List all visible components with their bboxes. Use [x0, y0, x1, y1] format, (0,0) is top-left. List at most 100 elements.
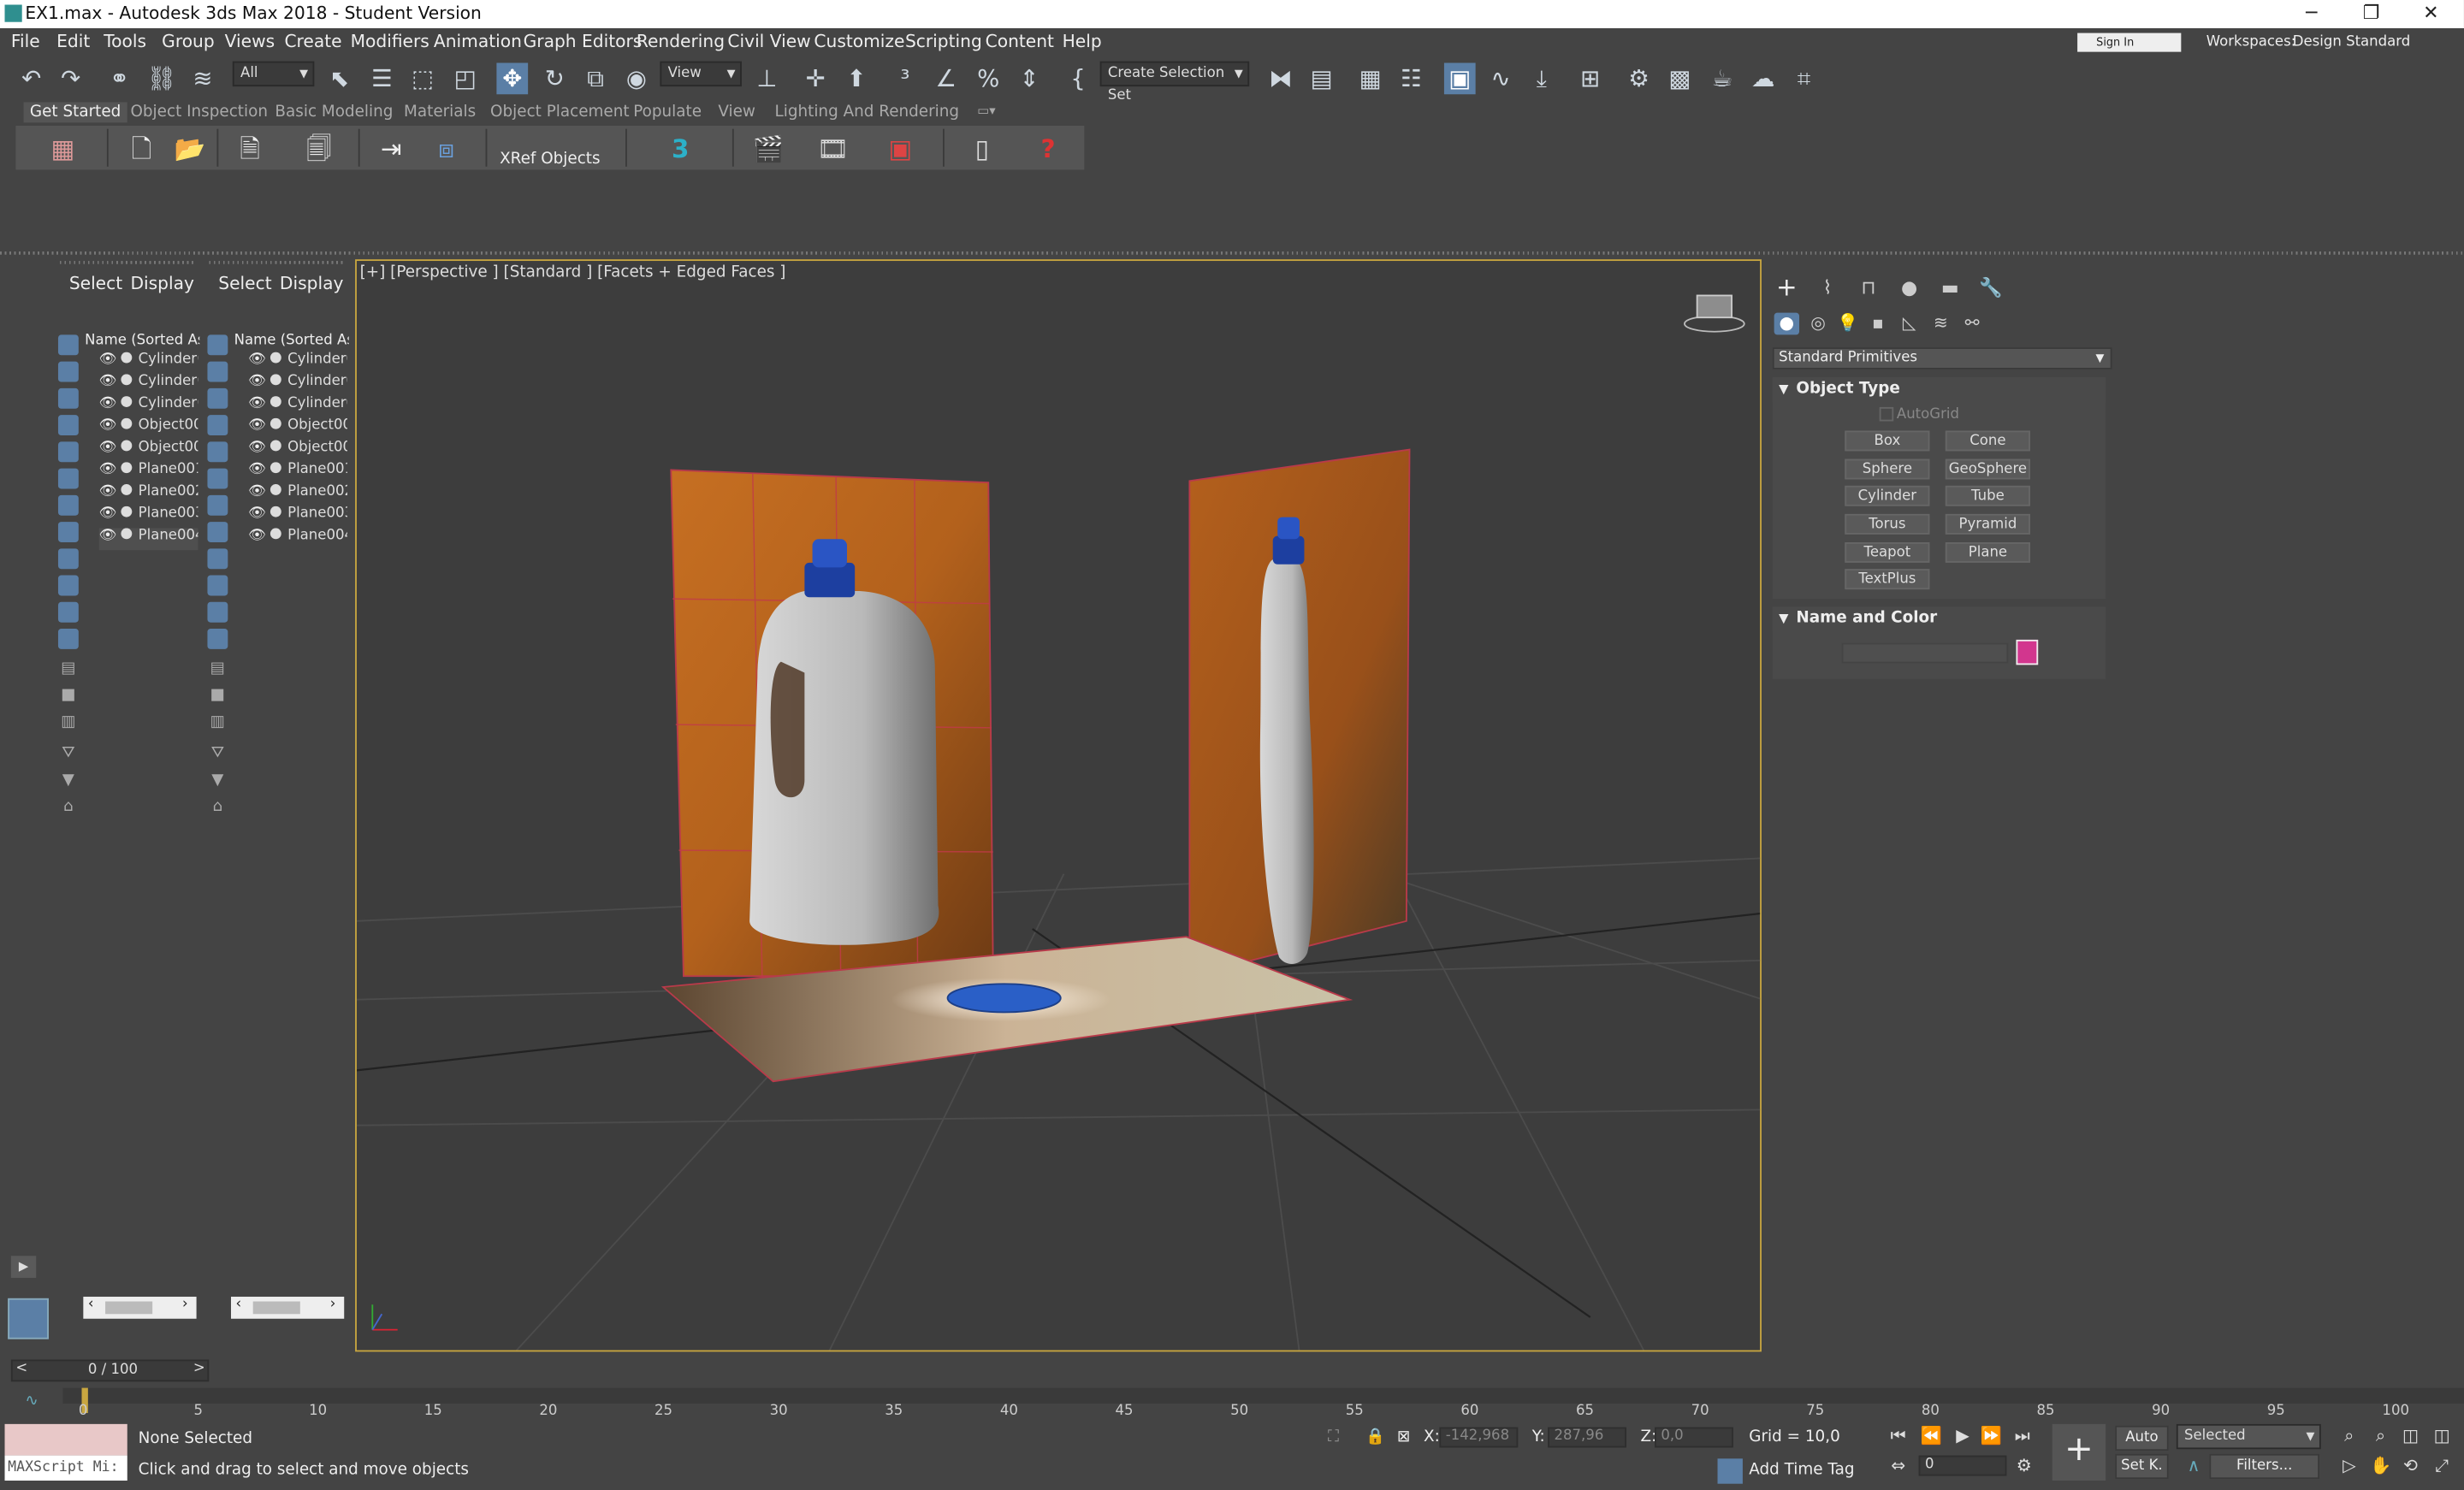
display-geometry-icon[interactable] [57, 334, 79, 356]
geometry-icon[interactable]: ● [1774, 312, 1800, 335]
y-coordinate-field[interactable]: 287,96 [1548, 1427, 1626, 1448]
percent-snap-icon[interactable]: % [973, 63, 1004, 95]
scene-explorer-display-tab[interactable]: Display [130, 274, 193, 294]
eye-icon[interactable]: 👁 [99, 528, 118, 543]
display-containers-icon[interactable] [207, 575, 228, 596]
restore-button[interactable]: ❐ [2355, 2, 2387, 27]
helpers-icon[interactable]: ◺ [1897, 313, 1922, 335]
close-button[interactable]: ✕ [2415, 2, 2447, 27]
list-item[interactable]: 👁 Object001 [248, 417, 347, 440]
render-scene-icon[interactable]: 🎞 [815, 132, 850, 166]
display-particles-icon[interactable] [57, 601, 79, 623]
display-lights-icon[interactable] [207, 387, 228, 409]
tab-view[interactable]: View [718, 103, 755, 121]
scene-explorer-2-select-tab[interactable]: Select [218, 274, 271, 294]
menu-animation[interactable]: Animation [434, 32, 522, 52]
object-name-field[interactable] [1841, 642, 2009, 664]
teapot-button[interactable]: Teapot [1845, 541, 1930, 563]
select-move-icon[interactable]: ✥ [496, 62, 529, 95]
time-config-icon[interactable]: ⚙ [2013, 1456, 2035, 1476]
sign-in-dropdown[interactable]: Sign In [2077, 33, 2182, 52]
filter-toggle-icon[interactable]: ▼ [209, 772, 226, 789]
scroll-right-icon[interactable]: › [330, 1297, 336, 1312]
list-item[interactable]: 👁 Cylinder002 [248, 374, 347, 396]
place-icon[interactable]: ◉ [620, 63, 652, 95]
object-color-swatch[interactable] [2016, 639, 2039, 665]
key-filters-button[interactable]: Filters... [2209, 1453, 2319, 1480]
display-cameras-icon[interactable] [207, 415, 228, 436]
select-rotate-icon[interactable]: ↻ [539, 63, 571, 95]
display-geometry-icon[interactable] [207, 334, 228, 356]
display-shapes-icon[interactable] [207, 361, 228, 382]
category-dropdown[interactable]: Standard Primitives ▼ [1772, 347, 2112, 370]
create-tab-icon[interactable]: + [1774, 275, 1799, 300]
menu-civil-view[interactable]: Civil View [727, 32, 810, 52]
named-selection-dropdown[interactable]: Create Selection Set ▼ [1099, 61, 1250, 103]
zoom-extents-all-icon[interactable]: ◫ [2431, 1426, 2453, 1446]
menu-scripting[interactable]: Scripting [905, 32, 982, 52]
selection-lock-icon[interactable]: 🔒 [1365, 1428, 1385, 1446]
eye-icon[interactable]: 👁 [99, 462, 118, 477]
display-bones-icon[interactable] [207, 548, 228, 570]
eye-icon[interactable]: 👁 [99, 484, 118, 500]
display-hidden-icon[interactable] [207, 629, 228, 649]
menu-file[interactable]: File [11, 32, 40, 52]
select-invert-icon[interactable]: ▥ [60, 713, 77, 730]
align-icon[interactable]: ▤ [1306, 63, 1337, 95]
display-spacewarps-icon[interactable] [207, 468, 228, 489]
open-file-icon[interactable]: 📂 [173, 132, 207, 166]
display-tab-icon[interactable]: ▬ [1938, 275, 1963, 300]
set-key-button[interactable]: Set K. [2115, 1453, 2169, 1480]
menu-views[interactable]: Views [225, 32, 275, 52]
set-key-big-icon[interactable]: + [2052, 1423, 2106, 1481]
scene-explorer-2-display-tab[interactable]: Display [280, 274, 343, 294]
eye-icon[interactable]: 👁 [248, 484, 267, 500]
select-none-icon[interactable]: ■ [60, 687, 77, 704]
pyramid-button[interactable]: Pyramid [1945, 513, 2031, 535]
list-item[interactable]: 👁 Plane002 [248, 483, 347, 506]
play-icon[interactable]: ▶ [1952, 1426, 1974, 1446]
cameras-icon[interactable]: ▪ [1865, 313, 1890, 335]
ribbon-options-icon[interactable]: ▭▾ [977, 103, 995, 118]
autogrid-checkbox[interactable] [1879, 406, 1894, 422]
spinner-snap-icon[interactable]: ⇕ [1014, 63, 1045, 95]
menu-rendering[interactable]: Rendering [637, 32, 725, 52]
select-object-icon[interactable]: ⬉ [323, 63, 355, 95]
prev-key-icon[interactable]: ⏪ [1920, 1426, 1942, 1446]
scroll-thumb[interactable] [105, 1301, 153, 1315]
orbit-icon[interactable]: ⟲ [2400, 1456, 2422, 1476]
menu-graph-editors[interactable]: Graph Editors [524, 32, 643, 52]
utilities-tab-icon[interactable]: 🔧 [1978, 275, 2003, 300]
toggle-ribbon-icon[interactable]: ▣ [1443, 62, 1476, 95]
merge-icon[interactable]: ⧈ [429, 132, 463, 166]
find-icon[interactable]: ⌂ [60, 799, 77, 816]
current-frame-field[interactable]: 0 [1918, 1455, 2007, 1476]
torus-button[interactable]: Torus [1845, 513, 1930, 535]
display-xrefs-icon[interactable] [207, 522, 228, 542]
cylinder-button[interactable]: Cylinder [1845, 485, 1930, 506]
list-item[interactable]: 👁 Cylinder003 [248, 396, 347, 418]
isolate-selection-icon[interactable]: ⛶ [1328, 1428, 1339, 1446]
motion-tab-icon[interactable]: ● [1897, 275, 1922, 300]
object-type-header[interactable]: ▼ Object Type [1772, 377, 2106, 403]
list-item[interactable]: 👁 Cylinder002 [99, 374, 198, 396]
render-in-cloud-icon[interactable]: ☁ [1747, 63, 1779, 95]
find-icon[interactable]: ⌂ [209, 799, 226, 816]
bind-spacewarp-icon[interactable]: ≋ [187, 63, 219, 95]
unlink-icon[interactable]: ⛓ [146, 63, 178, 95]
tab-basic-modeling[interactable]: Basic Modeling [275, 103, 393, 121]
eye-icon[interactable]: 👁 [99, 374, 118, 389]
display-shapes-icon[interactable] [57, 361, 79, 382]
render-media-icon[interactable]: ⌗ [1788, 63, 1820, 95]
list-item[interactable]: 👁 Plane003 [99, 506, 198, 529]
list-item[interactable]: 👁 Cylinder001 [248, 352, 347, 375]
3ds-max-learning-icon[interactable]: 3 [663, 132, 697, 166]
list-item[interactable]: 👁 Cylinder001 [99, 352, 198, 375]
project-folder-icon[interactable]: ▯ [965, 132, 999, 166]
plane-button[interactable]: Plane [1945, 541, 2031, 563]
cone-button[interactable]: Cone [1945, 430, 2031, 452]
eye-icon[interactable]: 👁 [248, 528, 267, 543]
menu-tools[interactable]: Tools [104, 32, 146, 52]
toggle-layer-explorer-icon[interactable]: ☷ [1395, 63, 1427, 95]
list-item[interactable]: 👁 Plane004 [248, 528, 347, 550]
